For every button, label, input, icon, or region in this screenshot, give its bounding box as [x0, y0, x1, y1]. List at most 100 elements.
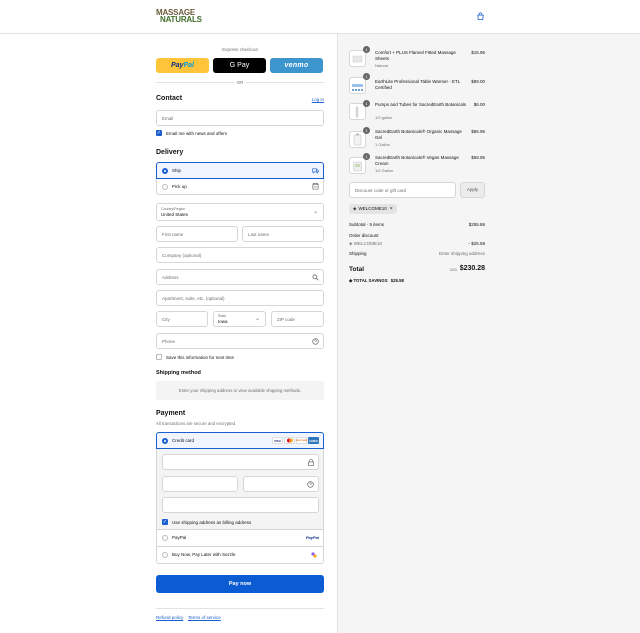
gpay-button[interactable]: G Pay [213, 58, 266, 73]
product-thumbnail [349, 157, 366, 174]
apply-discount-button[interactable]: Apply [460, 182, 485, 198]
shopping-bag-icon[interactable] [476, 12, 485, 21]
terms-of-service-link[interactable]: Terms of service [188, 615, 221, 620]
discount-code-row: ◈ WELCOME10 [349, 241, 382, 247]
pickup-radio[interactable] [162, 184, 168, 190]
country-select[interactable]: Country/Region United States ⌄ [156, 203, 324, 221]
company-field[interactable]: Company (optional) [156, 247, 324, 263]
applied-code: WELCOME10 [358, 206, 387, 211]
login-link[interactable]: Log in [312, 97, 324, 102]
credit-card-label: Credit card [172, 438, 195, 443]
billing-same-checkbox[interactable]: ✓ [162, 519, 168, 525]
product-price: $85.95 [471, 129, 485, 134]
delivery-heading: Delivery [156, 149, 184, 156]
country-label: Country/Region [161, 207, 186, 211]
product-thumbnail [349, 131, 366, 148]
last-name-placeholder: Last name [248, 232, 270, 237]
discount-code: WELCOME10 [353, 241, 382, 246]
order-discount-label: Order discount [349, 233, 379, 238]
credit-card-option[interactable]: Credit card VISA DISCOVER AMEX [156, 432, 324, 449]
security-code-field[interactable] [243, 476, 319, 492]
expiration-field[interactable] [162, 476, 238, 492]
state-label: State [218, 314, 227, 318]
delivery-options: Ship Pick up [156, 162, 324, 195]
total-value: $230.28 [459, 265, 485, 272]
paypal-option[interactable]: PayPal PayPal [156, 529, 324, 546]
ship-radio[interactable] [162, 168, 168, 174]
payment-heading: Payment [156, 410, 186, 417]
discount-value: - $25.58 [468, 241, 485, 246]
email-placeholder: Email [162, 116, 174, 121]
state-select[interactable]: State Iowa ⌄ [213, 311, 266, 327]
subtotal-value: $255.86 [468, 222, 485, 227]
mastercard-icon [284, 437, 295, 444]
discover-icon: DISCOVER [296, 437, 307, 444]
city-field[interactable]: City [156, 311, 208, 327]
last-name-field[interactable]: Last name [242, 226, 324, 242]
store-icon [312, 183, 319, 190]
pickup-label: Pick up [172, 184, 187, 189]
venmo-button[interactable]: venmo [270, 58, 323, 73]
product-price: $58.95 [471, 155, 485, 160]
sezzle-label: Buy Now, Pay Later with Sezzle [172, 552, 236, 557]
line-item: 1 Comfort + PLUS Flannel Fitted Massage … [349, 46, 485, 71]
address-placeholder: Address [162, 275, 179, 280]
shipping-value: Enter shipping address [438, 251, 485, 256]
zip-placeholder: ZIP code [277, 317, 295, 322]
paypal-express-button[interactable]: Pay Pal [156, 58, 209, 73]
or-divider-label: OR [234, 80, 246, 85]
paypal-radio[interactable] [162, 535, 168, 541]
quantity-badge: 1 [363, 153, 370, 160]
sezzle-option[interactable]: Buy Now, Pay Later with Sezzle [156, 546, 324, 564]
line-item: 1 SacredEarth Botanicals® Organic Massag… [349, 127, 485, 152]
chevron-down-icon: ⌄ [312, 209, 319, 215]
express-checkout-title: Express checkout [222, 47, 258, 52]
email-news-label: Email me with news and offers [166, 131, 227, 136]
save-info-checkbox[interactable] [156, 354, 162, 360]
credit-card-radio[interactable] [162, 438, 168, 444]
chevron-down-icon: ⌄ [254, 316, 261, 322]
currency-label: USD [449, 268, 457, 272]
pickup-option[interactable]: Pick up [156, 179, 324, 195]
line-item: 1 EarthLite Professional Table Warmer - … [349, 73, 485, 98]
email-news-checkbox[interactable]: ✓ [156, 130, 162, 136]
card-form: ✓ Use shipping address as billing addres… [156, 449, 324, 529]
logo-line-2: NATURALS [160, 15, 202, 24]
store-logo[interactable]: MASSAGE NATURALS [156, 9, 206, 24]
city-placeholder: City [162, 317, 170, 322]
sezzle-icon [311, 552, 317, 558]
product-price: $15.96 [471, 50, 485, 55]
discount-placeholder: Discount code or gift card [355, 188, 407, 193]
help-circle-icon[interactable] [307, 481, 314, 488]
apartment-field[interactable]: Apartment, suite, etc. (optional) [156, 290, 324, 306]
refund-policy-link[interactable]: Refund policy [156, 615, 183, 620]
name-on-card-field[interactable] [162, 497, 319, 513]
apartment-placeholder: Apartment, suite, etc. (optional) [162, 296, 225, 301]
zip-field[interactable]: ZIP code [271, 311, 324, 327]
sezzle-radio[interactable] [162, 552, 168, 558]
line-item: 1 Pumps and Tubes for SacredEarth Botani… [349, 100, 485, 125]
first-name-field[interactable]: First name [156, 226, 238, 242]
pay-now-button[interactable]: Pay now [156, 575, 324, 593]
discount-code-input[interactable]: Discount code or gift card [349, 182, 456, 198]
phone-field[interactable]: Phone [156, 333, 324, 349]
card-logos: VISA DISCOVER AMEX [271, 437, 319, 444]
ship-option[interactable]: Ship [156, 162, 324, 179]
address-field[interactable]: Address [156, 269, 324, 285]
payment-subtitle: All transactions are secure and encrypte… [156, 421, 237, 426]
company-placeholder: Company (optional) [162, 253, 202, 258]
phone-placeholder: Phone [162, 339, 176, 344]
subtotal-label: Subtotal · 5 items [349, 222, 385, 227]
quantity-badge: 1 [363, 46, 370, 53]
lock-icon [308, 459, 314, 466]
help-circle-icon[interactable] [312, 338, 319, 345]
savings-value: $25.58 [390, 278, 404, 283]
state-value: Iowa [218, 319, 228, 324]
card-number-field[interactable] [162, 454, 319, 470]
savings-label: TOTAL SAVINGS [353, 278, 388, 283]
shipping-label: Shipping [349, 251, 367, 256]
email-field[interactable]: Email [156, 110, 324, 126]
close-icon[interactable]: × [390, 204, 393, 214]
contact-heading: Contact [156, 95, 183, 102]
footer-divider [156, 608, 324, 609]
